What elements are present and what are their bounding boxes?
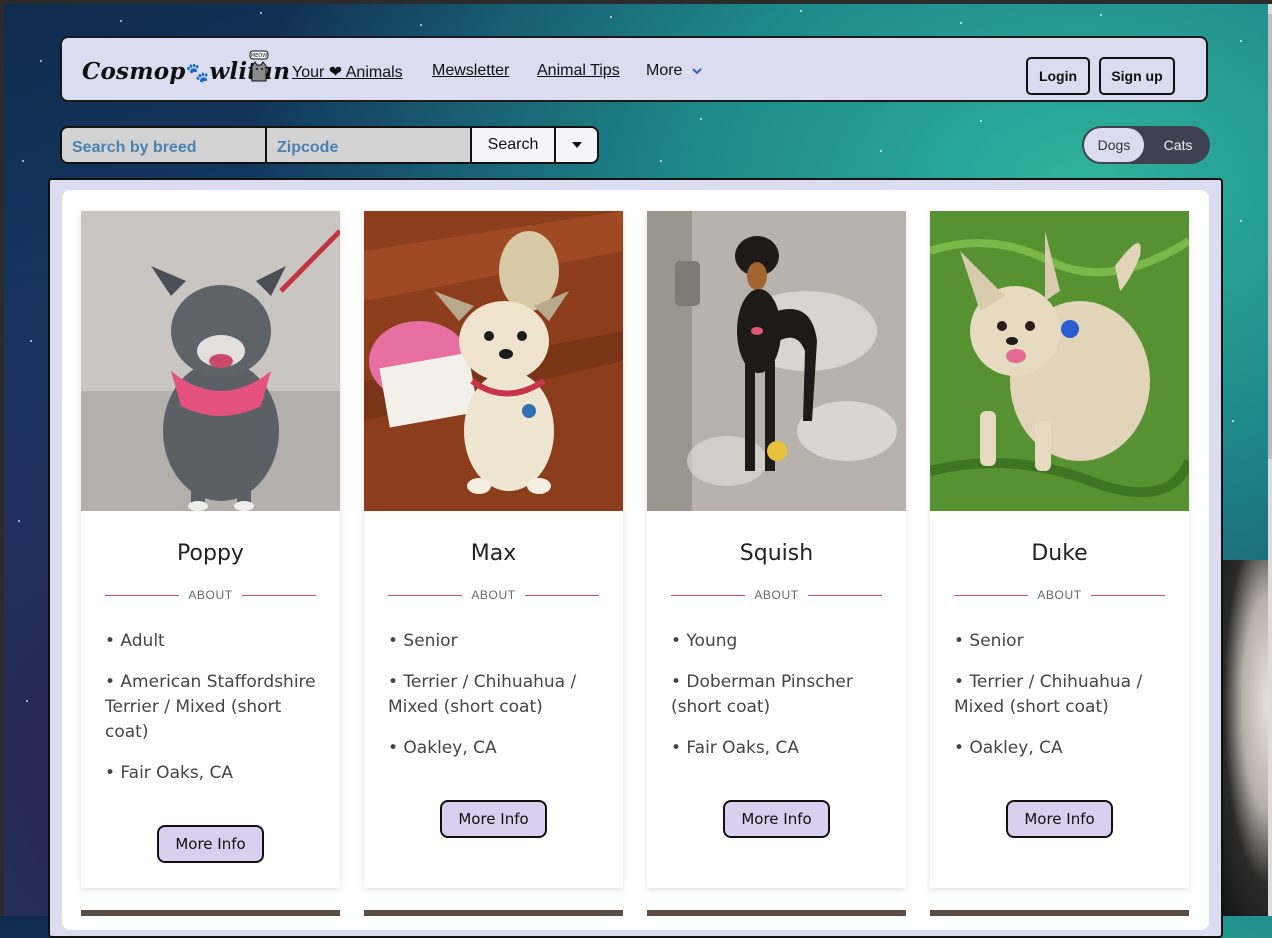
pet-age: • Senior [388,631,458,651]
next-row-card-peek [364,910,623,916]
pet-facts: • Senior • Terrier / Chihuahua / Mixed (… [954,629,1169,777]
pet-age: • Adult [105,631,165,651]
more-info-button[interactable]: More Info [1006,800,1113,838]
logo-badge-text: MEOW [251,53,267,59]
pet-name: Duke [1031,541,1088,566]
divider-line [954,594,1028,596]
search-options-dropdown[interactable] [556,128,597,162]
divider-line [808,594,882,596]
pet-breed: • Terrier / Chihuahua / Mixed (short coa… [388,672,577,717]
pet-facts: • Senior • Terrier / Chihuahua / Mixed (… [388,629,603,777]
pet-photo [364,211,623,511]
pet-location: • Oakley, CA [388,738,497,758]
divider-line [242,594,316,596]
about-divider: ABOUT [671,587,882,603]
pet-age: • Senior [954,631,1024,651]
cat-logo-icon: MEOW [249,50,269,82]
pet-name: Squish [739,541,814,566]
next-row-card-peek [647,910,906,916]
pet-facts: • Adult • American Staffordshire Terrier… [105,629,320,802]
about-label: ABOUT [471,588,516,602]
about-divider: ABOUT [388,587,599,603]
zipcode-input[interactable] [267,128,470,162]
pet-facts: • Young • Doberman Pinscher (short coat)… [671,629,886,777]
nav-link-mewsletter[interactable]: Mewsletter [432,62,509,80]
nav-more-label: More [646,62,683,79]
search-bar: Search [60,126,599,164]
toggle-dogs[interactable]: Dogs [1084,128,1144,162]
pet-location: • Fair Oaks, CA [105,763,233,783]
divider-line [525,594,599,596]
about-label: ABOUT [754,588,799,602]
pet-card: Poppy ABOUT • Adult • American Staffords… [81,211,340,888]
pet-card: Duke ABOUT • Senior • Terrier / Chihuahu… [930,211,1189,888]
breed-search-input[interactable] [62,128,265,162]
pet-photo [930,211,1189,511]
next-row-card-peek [930,910,1189,916]
scrollbar-thumb[interactable] [1268,14,1272,459]
login-button[interactable]: Login [1026,57,1090,95]
species-toggle: Dogs Cats [1082,126,1210,164]
pet-photo [81,211,340,511]
chevron-down-icon [692,68,703,75]
more-info-button[interactable]: More Info [157,825,264,863]
about-divider: ABOUT [954,587,1165,603]
window-left-border [0,0,4,916]
paw-icon: 🐾 [185,62,210,84]
signup-button[interactable]: Sign up [1099,57,1175,95]
next-row-card-peek [81,910,340,916]
divider-line [388,594,462,596]
pet-breed: • Doberman Pinscher (short coat) [671,672,853,717]
pet-breed: • American Staffordshire Terrier / Mixed… [105,672,316,742]
pet-location: • Fair Oaks, CA [671,738,799,758]
divider-line [1091,594,1165,596]
about-label: ABOUT [188,588,233,602]
pet-location: • Oakley, CA [954,738,1063,758]
divider-line [671,594,745,596]
nav-more-dropdown[interactable]: More [646,62,703,80]
toggle-cats[interactable]: Cats [1148,128,1208,162]
pet-age: • Young [671,631,738,651]
scrollbar[interactable] [1268,4,1272,916]
more-info-button[interactable]: More Info [723,800,830,838]
pug-background-image [1216,560,1268,916]
about-divider: ABOUT [105,587,316,603]
window-top-border [0,0,1272,4]
divider-line [105,594,179,596]
caret-down-icon [571,142,582,148]
pet-name: Max [470,541,517,566]
search-button[interactable]: Search [472,128,554,162]
pet-card: Max ABOUT • Senior • Terrier / Chihuahua… [364,211,623,888]
more-info-button[interactable]: More Info [440,800,547,838]
pet-photo [647,211,906,511]
nav-link-your-animals[interactable]: Your ❤ Animals [292,62,403,82]
nav-link-animal-tips[interactable]: Animal Tips [537,62,620,80]
about-label: ABOUT [1037,588,1082,602]
pet-breed: • Terrier / Chihuahua / Mixed (short coa… [954,672,1143,717]
pet-card: Squish ABOUT • Young • Doberman Pinscher… [647,211,906,888]
pet-name: Poppy [177,541,244,566]
navbar: Cosmop🐾wlitan MEOW Your ❤ Animals Mewsle… [60,36,1208,102]
